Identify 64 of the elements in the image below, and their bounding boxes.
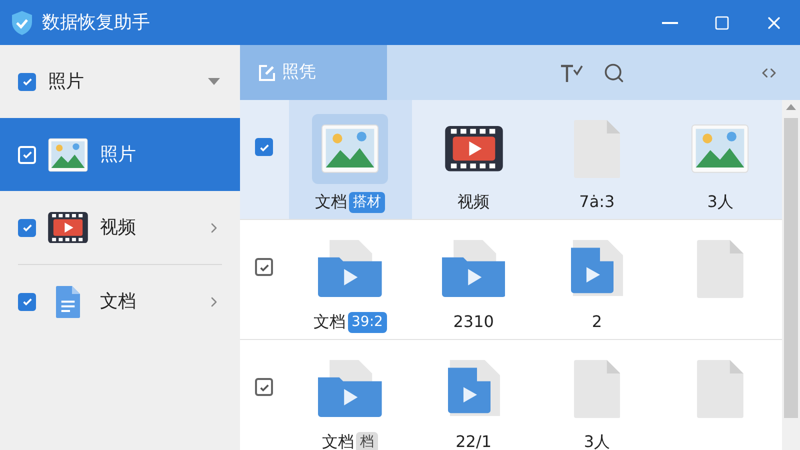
file-count-badge: 搭材 — [349, 192, 386, 212]
file-name: 文档 — [315, 191, 348, 213]
edit-icon — [258, 64, 276, 82]
file-icon — [574, 360, 620, 418]
document-icon — [56, 286, 80, 318]
check-icon — [22, 296, 32, 307]
checkbox[interactable] — [255, 138, 274, 156]
file-tile[interactable]: 文档 搭材 — [288, 100, 412, 219]
minimize-icon — [662, 22, 678, 24]
file-tile[interactable]: 2 — [535, 220, 659, 339]
file-tile[interactable]: 22/1 — [412, 340, 536, 450]
scrollbar[interactable] — [782, 100, 800, 450]
scroll-up-icon — [786, 104, 796, 110]
check-icon — [22, 149, 32, 160]
checkbox[interactable] — [18, 218, 36, 236]
checkbox[interactable] — [18, 72, 36, 90]
video-file-icon — [448, 360, 500, 418]
video-folder-icon — [318, 240, 382, 298]
checkbox[interactable] — [255, 258, 274, 276]
search-icon — [603, 62, 625, 84]
film-icon — [444, 126, 503, 172]
image-icon — [691, 124, 750, 174]
image-icon — [321, 124, 380, 174]
check-icon — [22, 222, 32, 233]
file-tile[interactable]: 3人 — [658, 100, 782, 219]
file-name: 7ȧ:3 — [579, 191, 615, 213]
check-icon — [22, 76, 32, 87]
sidebar-item[interactable]: 照片 — [0, 118, 240, 191]
category-dropdown[interactable]: 照片 — [0, 45, 240, 118]
scrollbar-thumb[interactable] — [784, 118, 798, 418]
sidebar-item[interactable]: 视频 — [0, 191, 240, 264]
file-icon — [697, 240, 744, 298]
caret-down-icon — [208, 78, 220, 85]
film-icon — [48, 212, 88, 244]
file-name: 2310 — [453, 311, 494, 333]
file-name: 22/1 — [456, 431, 492, 450]
search-button[interactable] — [603, 62, 625, 84]
file-name: 3人 — [584, 431, 610, 450]
image-icon — [48, 138, 88, 172]
video-file-icon — [570, 240, 624, 298]
file-name: 文档 — [322, 431, 354, 450]
maximize-icon — [714, 14, 730, 30]
checkbox[interactable] — [18, 292, 36, 310]
video-folder-icon — [442, 240, 506, 298]
shield-check-icon — [10, 10, 34, 36]
window-title: 数据恢复助手 — [42, 11, 150, 35]
file-tile[interactable]: 7ȧ:3 — [535, 100, 659, 219]
file-icon — [574, 120, 620, 178]
file-count-badge: 档 — [356, 432, 378, 450]
file-tile[interactable]: 2310 — [412, 220, 536, 339]
file-name: 视频 — [458, 191, 490, 213]
file-row[interactable]: 文档 搭材 视频 7ȧ:3 3人 — [240, 100, 782, 220]
file-tile[interactable]: 文档 档 — [288, 340, 412, 450]
file-tile[interactable]: 文档 39:2 — [288, 220, 412, 339]
file-count-badge: 39:2 — [348, 312, 387, 332]
video-folder-icon — [318, 360, 382, 418]
file-name: 2 — [592, 311, 602, 333]
file-name: 文档 — [314, 311, 346, 333]
checkbox[interactable] — [255, 378, 274, 396]
file-tile[interactable]: 视频 — [412, 100, 536, 219]
file-icon — [697, 360, 744, 418]
file-tile[interactable]: 3人 — [535, 340, 659, 450]
file-name: 3人 — [707, 191, 734, 213]
sidebar-item[interactable]: 文档 — [0, 265, 240, 338]
